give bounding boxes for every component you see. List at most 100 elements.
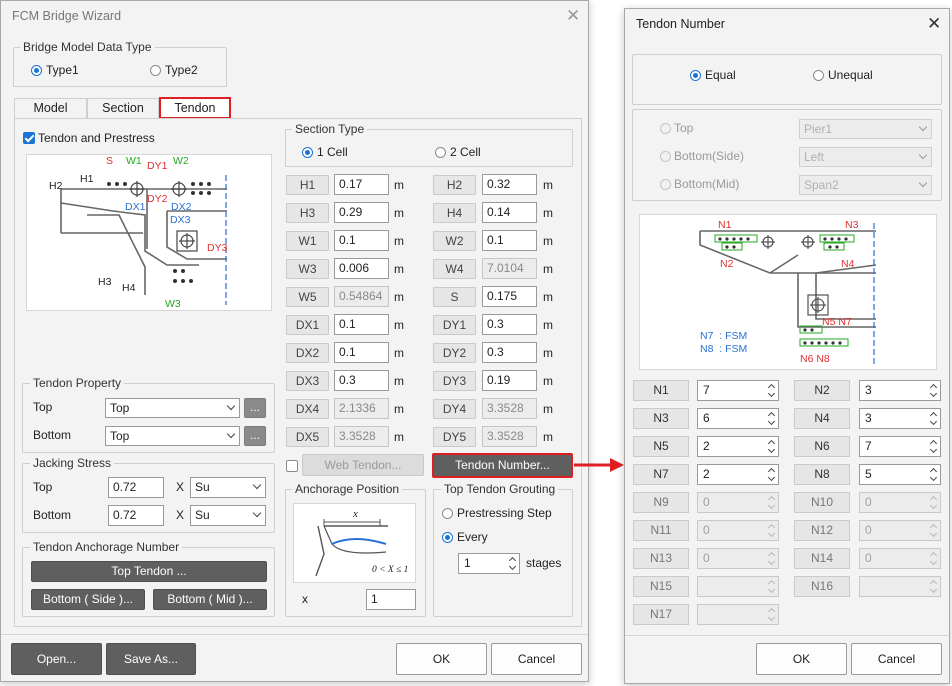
tendon-n10-value: 0 (865, 495, 872, 509)
tendon-n5-stepper[interactable]: 2 (697, 436, 779, 457)
param-dy2-input[interactable]: 0.3 (482, 342, 537, 363)
tendon-n8-stepper[interactable]: 5 (859, 464, 941, 485)
top-tendon-button[interactable]: Top Tendon ... (31, 561, 267, 582)
web-tendon-button-label: Web Tendon... (324, 458, 402, 472)
every-label[interactable]: Every (457, 530, 488, 544)
tendon-n6-stepper[interactable]: 7 (859, 436, 941, 457)
param-w3-input[interactable]: 0.006 (334, 258, 389, 279)
stepper-down-icon[interactable] (929, 417, 938, 426)
location-bottom-mid-radio[interactable] (660, 179, 671, 190)
one-cell-label[interactable]: 1 Cell (317, 145, 348, 159)
param-h3-input[interactable]: 0.29 (334, 202, 389, 223)
close-icon[interactable]: ✕ (927, 15, 941, 32)
param-dy1-label: DY1 (433, 315, 476, 335)
param-h1-label: H1 (286, 175, 329, 195)
type1-radio[interactable] (31, 65, 42, 76)
tendon-n7-stepper[interactable]: 2 (697, 464, 779, 485)
tendon-ok-button[interactable]: OK (756, 643, 847, 675)
diag-label-w2: W2 (173, 155, 189, 167)
location-bottom-side-select[interactable]: Left (799, 147, 932, 167)
type2-radio[interactable] (150, 65, 161, 76)
tendon-n1-stepper[interactable]: 7 (697, 380, 779, 401)
location-bottom-mid-select[interactable]: Span2 (799, 175, 932, 195)
jacking-stress-bottom-unit-select[interactable]: Su (190, 505, 266, 526)
param-dx1-input[interactable]: 0.1 (334, 314, 389, 335)
tab-section[interactable]: Section (87, 98, 159, 119)
tab-model[interactable]: Model (14, 98, 87, 119)
stepper-down-icon[interactable] (508, 562, 517, 571)
tab-tendon[interactable]: Tendon (159, 97, 231, 119)
wizard-cancel-label: Cancel (517, 652, 556, 666)
unequal-radio[interactable] (813, 70, 824, 81)
stepper-down-icon[interactable] (929, 473, 938, 482)
bottom-side-button[interactable]: Bottom ( Side )... (31, 589, 145, 610)
tendon-n3-label: N3 (633, 408, 689, 429)
prestressing-step-label[interactable]: Prestressing Step (457, 506, 552, 520)
open-button[interactable]: Open... (11, 643, 102, 675)
mode-group (632, 54, 942, 105)
param-h1-input[interactable]: 0.17 (334, 174, 389, 195)
stepper-down-icon[interactable] (929, 445, 938, 454)
tendon-cancel-button[interactable]: Cancel (851, 643, 942, 675)
tendon-property-top-more-button[interactable]: ... (244, 398, 266, 418)
param-w3-unit: m (394, 262, 404, 276)
bottom-mid-button[interactable]: Bottom ( Mid )... (153, 589, 267, 610)
close-icon[interactable]: ✕ (566, 7, 580, 24)
tab-tendon-label: Tendon (174, 101, 216, 115)
tendon-property-bottom-select[interactable]: Top (105, 426, 240, 446)
save-as-button[interactable]: Save As... (106, 643, 196, 675)
stepper-down-icon[interactable] (767, 389, 776, 398)
section-diagram: S W1 DY1 W2 H1 H2 DX1 DY2 DX2 DX3 DY3 H3… (26, 154, 272, 311)
param-w2-input[interactable]: 0.1 (482, 230, 537, 251)
tendon-property-top-select[interactable]: Top (105, 398, 240, 418)
param-dx3-input[interactable]: 0.3 (334, 370, 389, 391)
anchorage-x-input[interactable]: 1 (366, 589, 416, 610)
tendon-n4-label: N4 (794, 408, 850, 429)
wizard-ok-label: OK (432, 652, 451, 666)
jacking-stress-top-unit-select[interactable]: Su (190, 477, 266, 498)
location-top-radio[interactable] (660, 123, 671, 134)
stepper-down-icon[interactable] (767, 445, 776, 454)
location-top-select[interactable]: Pier1 (799, 119, 932, 139)
type1-label[interactable]: Type1 (46, 63, 79, 77)
tendon-n17-label: N17 (633, 604, 689, 625)
web-tendon-button[interactable]: Web Tendon... (302, 454, 424, 476)
tendon-prestress-checkbox[interactable] (23, 132, 35, 144)
jacking-stress-bottom-input[interactable]: 0.72 (108, 505, 164, 526)
wizard-cancel-button[interactable]: Cancel (491, 643, 582, 675)
equal-label[interactable]: Equal (705, 68, 736, 82)
param-h3-unit: m (394, 206, 404, 220)
tendon-property-bottom-more-button[interactable]: ... (244, 426, 266, 446)
tendon-n2-stepper[interactable]: 3 (859, 380, 941, 401)
param-h2-unit: m (543, 178, 553, 192)
unequal-label[interactable]: Unequal (828, 68, 873, 82)
param-h2-input[interactable]: 0.32 (482, 174, 537, 195)
wizard-ok-button[interactable]: OK (396, 643, 487, 675)
tendon-n12-value: 0 (865, 523, 872, 537)
two-cell-radio[interactable] (435, 147, 446, 158)
tendon-number-button[interactable]: Tendon Number... (432, 453, 573, 478)
every-radio[interactable] (442, 532, 453, 543)
param-s-unit: m (543, 290, 553, 304)
stepper-down-icon[interactable] (929, 389, 938, 398)
param-h4-input[interactable]: 0.14 (482, 202, 537, 223)
param-dy3-input[interactable]: 0.19 (482, 370, 537, 391)
stepper-down-icon[interactable] (767, 417, 776, 426)
stepper-down-icon[interactable] (767, 473, 776, 482)
tendon-n7-value: 2 (703, 467, 710, 481)
location-bottom-side-radio[interactable] (660, 151, 671, 162)
type2-label[interactable]: Type2 (165, 63, 198, 77)
tendon-n4-stepper[interactable]: 3 (859, 408, 941, 429)
prestressing-step-radio[interactable] (442, 508, 453, 519)
param-dy1-input[interactable]: 0.3 (482, 314, 537, 335)
param-w1-input[interactable]: 0.1 (334, 230, 389, 251)
two-cell-label[interactable]: 2 Cell (450, 145, 481, 159)
one-cell-radio[interactable] (302, 147, 313, 158)
stages-stepper[interactable]: 1 (458, 553, 520, 574)
param-s-input[interactable]: 0.175 (482, 286, 537, 307)
jacking-stress-top-input[interactable]: 0.72 (108, 477, 164, 498)
web-tendon-checkbox[interactable] (286, 460, 298, 472)
equal-radio[interactable] (690, 70, 701, 81)
tendon-n3-stepper[interactable]: 6 (697, 408, 779, 429)
param-dx2-input[interactable]: 0.1 (334, 342, 389, 363)
